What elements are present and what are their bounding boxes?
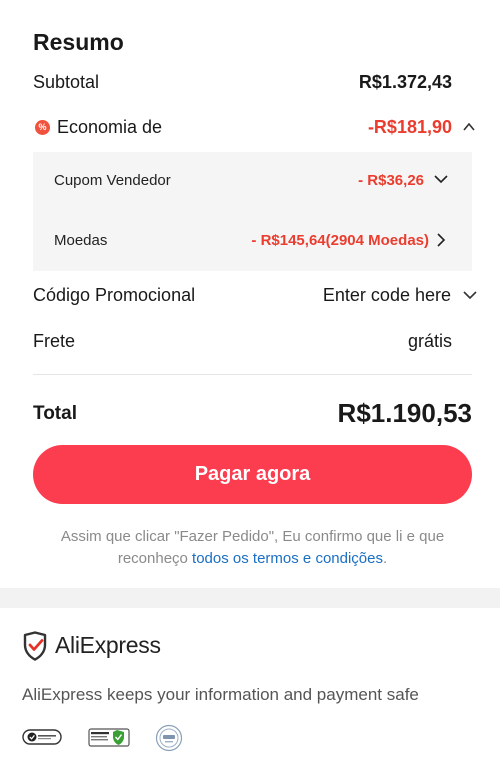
terms-notice: Assim que clicar "Fazer Pedido", Eu conf…	[33, 526, 472, 570]
total-value: R$1.190,53	[337, 398, 472, 428]
shipping-value: grátis	[407, 331, 452, 351]
terms-period: .	[382, 550, 388, 567]
summary-title: Resumo	[33, 29, 124, 55]
chevron-down-icon[interactable]	[433, 171, 449, 187]
coupon-value[interactable]: - R$36,26	[358, 172, 424, 189]
order-summary-card: Resumo Subtotal R$1.372,43 % Economia de…	[0, 0, 500, 588]
savings-value[interactable]: -R$181,90	[368, 117, 452, 138]
coins-label: Moedas	[54, 232, 108, 249]
divider	[33, 374, 472, 375]
promo-code-input[interactable]: Enter code here	[323, 285, 451, 306]
subtotal-value: R$1.372,43	[358, 72, 452, 92]
security-message: AliExpress keeps your information and pa…	[22, 685, 419, 704]
subtotal-label: Subtotal	[33, 72, 100, 92]
coupon-label: Cupom Vendedor	[54, 172, 171, 189]
pci-badge-icon	[155, 724, 183, 752]
aliexpress-shield-logo-icon	[23, 631, 47, 661]
chevron-down-icon[interactable]	[461, 287, 479, 303]
coins-value[interactable]: - R$145,64(2904 Moedas)	[251, 232, 429, 249]
aliexpress-brand: AliExpress	[55, 632, 161, 658]
ssl-secure-badge-icon	[88, 728, 130, 747]
percent-badge-icon: %	[35, 120, 50, 135]
pay-now-button[interactable]: Pagar agora	[33, 445, 472, 504]
total-label: Total	[33, 403, 77, 424]
savings-label[interactable]: Economia de	[57, 117, 162, 138]
promo-code-label: Código Promocional	[33, 285, 196, 305]
terms-link[interactable]: todos os termos e condições	[192, 550, 383, 567]
chevron-up-icon[interactable]	[462, 120, 476, 134]
chevron-right-icon[interactable]	[434, 232, 448, 248]
shipping-label: Frete	[33, 331, 76, 351]
norton-badge-icon	[22, 729, 62, 745]
savings-details-panel	[33, 152, 472, 271]
